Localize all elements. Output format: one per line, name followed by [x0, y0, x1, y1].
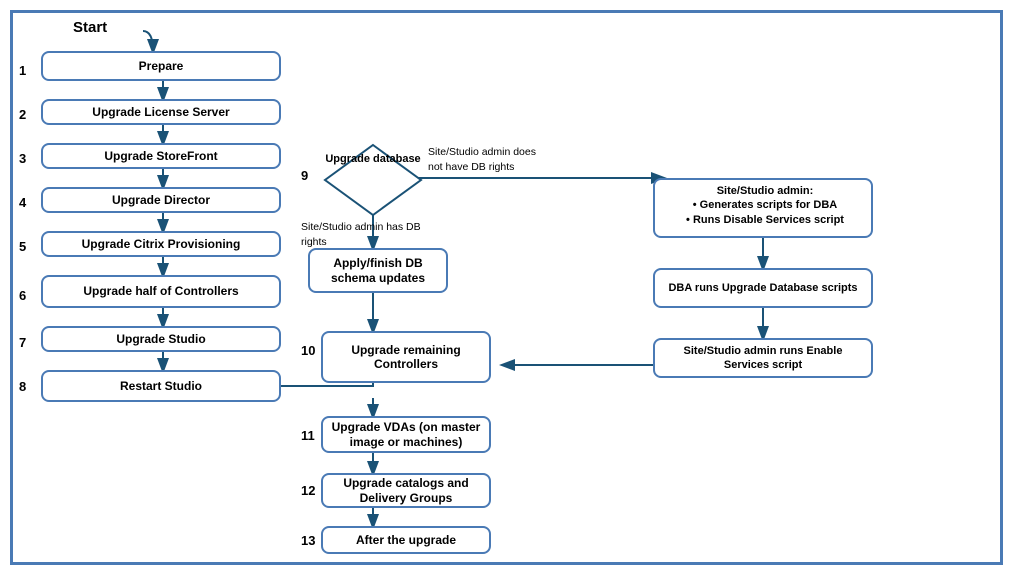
- step-num-7: 7: [19, 335, 26, 350]
- step-num-2: 2: [19, 107, 26, 122]
- apply-finish-db-box: Apply/finish DBschema updates: [308, 248, 448, 293]
- step-12-catalogs: Upgrade catalogs and Delivery Groups: [321, 473, 491, 508]
- step-3-storefront: Upgrade StoreFront: [41, 143, 281, 169]
- step-num-4: 4: [19, 195, 26, 210]
- step-1-prepare: Prepare: [41, 51, 281, 81]
- step-6-half-controllers: Upgrade half of Controllers: [41, 275, 281, 308]
- step-4-director: Upgrade Director: [41, 187, 281, 213]
- step-num-10: 10: [301, 343, 315, 358]
- step-num-1: 1: [19, 63, 26, 78]
- step-11-vdas: Upgrade VDAs (on master image or machine…: [321, 416, 491, 453]
- admin-scripts-box: Site/Studio admin: • Generates scripts f…: [653, 178, 873, 238]
- start-label: Start: [73, 19, 107, 36]
- dba-runs-box: DBA runs Upgrade Database scripts: [653, 268, 873, 308]
- step-9-label: Upgrade database: [325, 153, 421, 166]
- step-num-11: 11: [301, 428, 315, 443]
- step-num-5: 5: [19, 239, 26, 254]
- step-7-studio: Upgrade Studio: [41, 326, 281, 352]
- step-2-license: Upgrade License Server: [41, 99, 281, 125]
- step-num-13: 13: [301, 533, 315, 548]
- step-10-remaining: Upgrade remaining Controllers: [321, 331, 491, 383]
- step-13-after: After the upgrade: [321, 526, 491, 554]
- note-no-db-rights: Site/Studio admin doesnot have DB rights: [428, 145, 558, 174]
- step-5-provisioning: Upgrade Citrix Provisioning: [41, 231, 281, 257]
- step-num-3: 3: [19, 151, 26, 166]
- step-8-restart: Restart Studio: [41, 370, 281, 402]
- diagram-container: Start: [10, 10, 1003, 565]
- step-num-12: 12: [301, 483, 315, 498]
- note-has-db-rights: Site/Studio admin has DB rights: [301, 220, 421, 249]
- diagram: Start: [13, 13, 1000, 562]
- step-num-8: 8: [19, 379, 26, 394]
- step-num-6: 6: [19, 288, 26, 303]
- enable-services-box: Site/Studio admin runs Enable Services s…: [653, 338, 873, 378]
- step-num-9: 9: [301, 168, 308, 183]
